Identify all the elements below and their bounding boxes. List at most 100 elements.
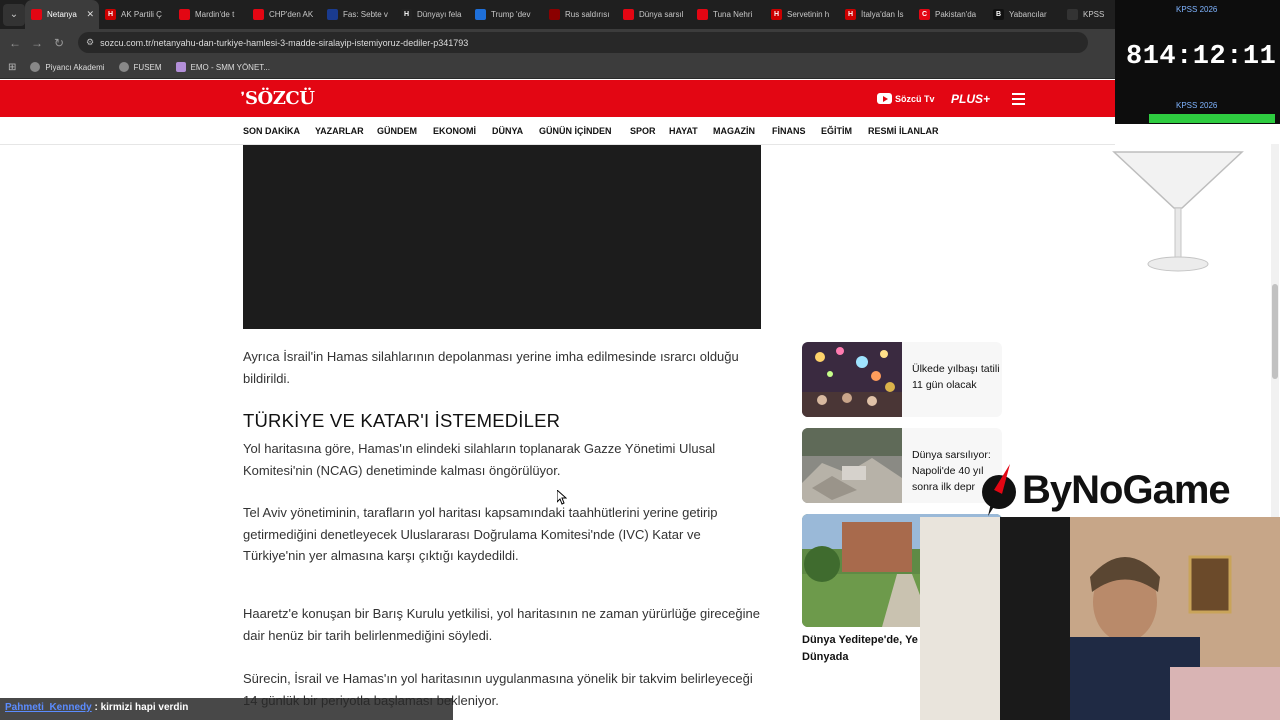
browser-tab[interactable]: Mardin'de t [173, 0, 247, 29]
article-paragraph: Yol haritasına göre, Hamas'ın elindeki s… [243, 441, 716, 478]
bookmark-item[interactable]: EMO - SMM YÖNET... [175, 62, 270, 72]
countdown-timer: 814:12:11 [1126, 42, 1277, 72]
scrollbar-thumb[interactable] [1272, 284, 1278, 379]
browser-tab[interactable]: B Yabancılar [987, 0, 1061, 29]
nav-spor[interactable]: SPOR [630, 126, 656, 136]
tab-title: Dünya sarsıl [639, 10, 684, 19]
nav-gunun-icinden[interactable]: GÜNÜN İÇİNDEN [539, 126, 612, 136]
tab-title: Rus saldırısı [565, 10, 610, 19]
browser-tab[interactable]: H Servetinin h [765, 0, 839, 29]
tab-title: CHP'den AK [269, 10, 314, 19]
tab-favicon-icon: C [919, 9, 930, 20]
related-news-title: Dünya Yeditepe'de, Ye Dünyada [802, 634, 918, 663]
menu-icon[interactable] [1012, 93, 1025, 108]
browser-tab[interactable]: H Dünyayı fela [395, 0, 469, 29]
tab-title: İtalya'dan İs [861, 10, 904, 19]
tab-strip: ⌄ Netanya ✕ H AK Partili Ç Mardin'de t CHP'de… [0, 0, 1280, 29]
related-news-title: Ülkede yılbaşı tatili 11 gün olacak [912, 363, 1000, 391]
browser-tab[interactable]: Rus saldırısı [543, 0, 617, 29]
martini-glass-image [1112, 151, 1244, 272]
tab-title: Servetinin h [787, 10, 830, 19]
news-thumbnail [802, 428, 902, 503]
browser-tab[interactable]: KPSS [1061, 0, 1121, 29]
browser-tab[interactable]: Tuna Nehri [691, 0, 765, 29]
browser-tab[interactable]: C Pakistan'da [913, 0, 987, 29]
tab-title: Fas: Sebte v [343, 10, 388, 19]
sozcu-tv-link[interactable]: Sözcü Tv [877, 93, 935, 104]
tab-favicon-icon [697, 9, 708, 20]
related-news-card[interactable]: Dünya sarsılıyor: Napoli'de 40 yıl sonra… [802, 428, 1002, 503]
browser-tab[interactable]: H AK Partili Ç [99, 0, 173, 29]
bynogame-logo-icon [982, 464, 1016, 516]
browser-tab[interactable]: CHP'den AK [247, 0, 321, 29]
bookmarks-bar: ⊞ Piyancı Akademi FUSEM EMO - SMM YÖNET.… [0, 56, 1280, 79]
site-info-icon[interactable]: ⚙ [86, 37, 94, 48]
nav-magazin[interactable]: MAGAZİN [713, 126, 755, 136]
browser-tab[interactable]: Netanya ✕ [25, 0, 99, 29]
address-bar[interactable]: ⚙ sozcu.com.tr/netanyahu-dan-turkiye-ham… [78, 32, 1088, 53]
nav-hayat[interactable]: HAYAT [669, 126, 698, 136]
browser-tab[interactable]: Dünya sarsıl [617, 0, 691, 29]
browser-toolbar: ← → ↻ ⚙ sozcu.com.tr/netanyahu-dan-turki… [0, 29, 1280, 56]
tab-title: Yabancılar [1009, 10, 1047, 19]
tab-favicon-icon [179, 9, 190, 20]
chat-message: Pahmeti_Kennedy : kirmizi hapi verdin [0, 698, 453, 720]
tab-title: Dünyayı fela [417, 10, 462, 19]
bookmark-item[interactable]: Piyancı Akademi [30, 62, 105, 72]
back-button[interactable]: ← [4, 36, 26, 50]
article-paragraph: Haaretz'e konuşan bir Barış Kurulu yetki… [243, 606, 760, 643]
timer-progress-bar [1149, 114, 1275, 123]
video-player[interactable] [243, 145, 761, 329]
tab-title: Pakistan'da [935, 10, 977, 19]
browser-tab[interactable]: Trump 'dev [469, 0, 543, 29]
globe-icon [118, 62, 129, 72]
tab-favicon-icon [31, 9, 42, 20]
nav-yazarlar[interactable]: YAZARLAR [315, 126, 364, 136]
timer-label: KPSS 2026 [1176, 101, 1218, 110]
chat-text: : kirmizi hapi verdin [94, 702, 189, 713]
close-tab-icon[interactable]: ✕ [86, 9, 94, 20]
chat-username: Pahmeti_Kennedy [5, 702, 92, 713]
tab-favicon-icon: H [105, 9, 116, 20]
nav-finans[interactable]: FİNANS [772, 126, 806, 136]
browser-tab[interactable]: Fas: Sebte v [321, 0, 395, 29]
site-header: ❜SÖZCÜ Sözcü Tv PLUS+ [0, 80, 1115, 117]
sponsor-logo: ByNoGame [1022, 468, 1231, 512]
tab-favicon-icon: H [845, 9, 856, 20]
timer-label: KPSS 2026 [1176, 5, 1218, 14]
nav-gundem[interactable]: GÜNDEM [377, 126, 417, 136]
nav-resmi-ilanlar[interactable]: RESMİ İLANLAR [868, 126, 939, 136]
tab-favicon-icon [327, 9, 338, 20]
article-paragraph: Ayrıca İsrail'in Hamas silahlarının depo… [243, 349, 739, 386]
news-thumbnail [802, 342, 902, 417]
nav-son-dakika[interactable]: SON DAKİKA [243, 126, 300, 136]
tab-favicon-icon [475, 9, 486, 20]
bookmark-favicon-icon [175, 62, 186, 72]
tab-title: AK Partili Ç [121, 10, 162, 19]
tab-title: Tuna Nehri [713, 10, 753, 19]
nav-dunya[interactable]: DÜNYA [492, 126, 523, 136]
related-news-card[interactable]: Ülkede yılbaşı tatili 11 gün olacak [802, 342, 1002, 417]
mouse-cursor-icon [557, 490, 567, 505]
reload-button[interactable]: ↻ [48, 36, 70, 50]
forward-button[interactable]: → [26, 36, 48, 50]
globe-icon [30, 62, 41, 72]
tab-favicon-icon [253, 9, 264, 20]
webcam-feed [920, 517, 1280, 720]
tab-favicon-icon [623, 9, 634, 20]
tab-title: Trump 'dev [491, 10, 531, 19]
browser-tab[interactable]: H İtalya'dan İs [839, 0, 913, 29]
article-paragraph: Tel Aviv yönetiminin, tarafların yol har… [243, 505, 718, 563]
apps-icon[interactable]: ⊞ [8, 62, 16, 73]
tab-favicon-icon: H [771, 9, 782, 20]
plus-link[interactable]: PLUS+ [951, 92, 990, 106]
nav-ekonomi[interactable]: EKONOMİ [433, 126, 476, 136]
tab-favicon-icon: B [993, 9, 1004, 20]
tab-favicon-icon [1067, 9, 1078, 20]
category-nav: SON DAKİKA YAZARLAR GÜNDEM EKONOMİ DÜNYA… [0, 117, 1115, 145]
tab-search-button[interactable]: ⌄ [3, 3, 25, 26]
nav-egitim[interactable]: EĞİTİM [821, 126, 852, 136]
bookmark-item[interactable]: FUSEM [118, 62, 162, 72]
sozcu-logo[interactable]: ❜SÖZCÜ [241, 88, 315, 109]
tab-favicon-icon: H [401, 9, 412, 20]
